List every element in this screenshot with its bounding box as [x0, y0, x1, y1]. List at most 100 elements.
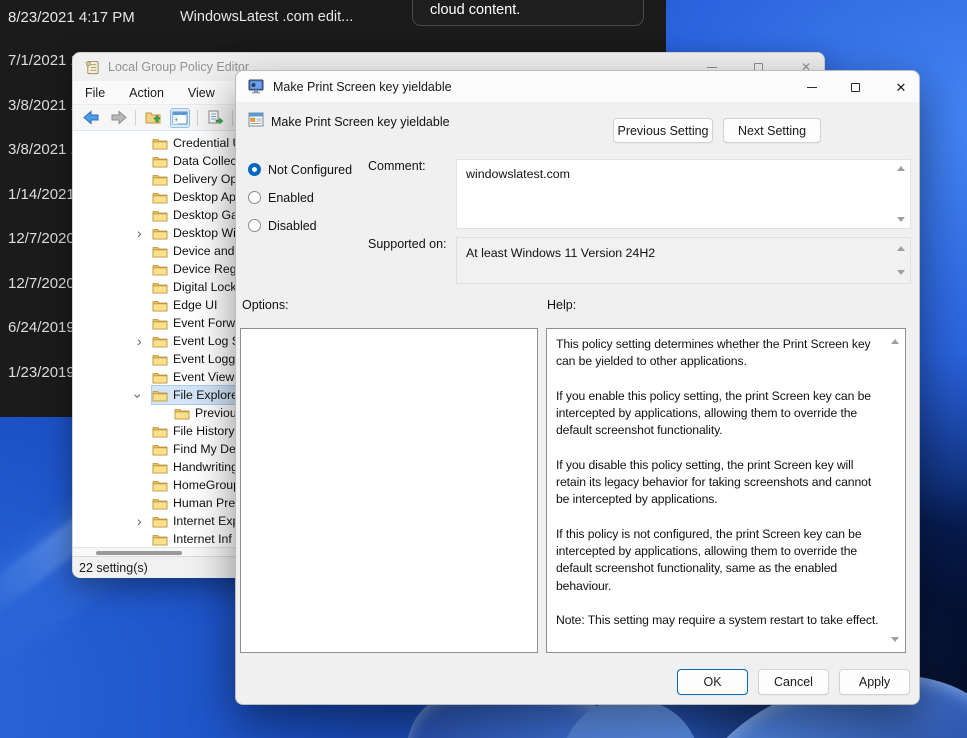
tree-item-label: Device Regi: [173, 262, 239, 276]
tree-item-label: File Explorer: [173, 388, 242, 402]
scroll-down-icon[interactable]: [897, 217, 905, 222]
folder-icon: [152, 227, 169, 240]
radio-label: Disabled: [268, 219, 317, 233]
radio-label: Enabled: [268, 191, 314, 205]
status-text: 22 setting(s): [79, 561, 148, 575]
folder-icon: [152, 299, 169, 312]
maximize-icon[interactable]: [835, 71, 875, 103]
comment-label: Comment:: [368, 159, 426, 173]
help-paragraph: If you disable this policy setting, the …: [556, 457, 883, 509]
scroll-up-icon[interactable]: [897, 166, 905, 171]
toolbar-separator: [135, 110, 136, 126]
tooltip: cloud content.: [412, 0, 644, 26]
tree-item-label: HomeGroup: [173, 478, 240, 492]
radio-icon: [248, 163, 261, 176]
comment-input[interactable]: windowslatest.com: [456, 159, 911, 229]
radio-option[interactable]: Disabled: [248, 218, 352, 233]
supported-on-label: Supported on:: [368, 237, 447, 251]
tree-item-label: Desktop Wi: [173, 226, 236, 240]
scroll-up-icon[interactable]: [897, 246, 905, 251]
up-folder-icon[interactable]: [143, 108, 163, 128]
export-list-icon[interactable]: [205, 108, 225, 128]
forward-icon[interactable]: [108, 108, 128, 128]
previous-setting-button[interactable]: Previous Setting: [613, 118, 713, 143]
close-icon[interactable]: [881, 71, 921, 103]
radio-icon: [248, 191, 261, 204]
comment-value: windowslatest.com: [466, 167, 570, 181]
toolbar-separator: [232, 110, 233, 126]
policy-heading-row: Make Print Screen key yieldable: [248, 112, 450, 132]
tooltip-text: cloud content.: [430, 2, 520, 18]
tree-item-label: Credential U: [173, 136, 241, 150]
tree-item-label: Internet Inf: [173, 532, 232, 546]
tree-item-label: Event Viewe: [173, 370, 241, 384]
folder-icon: [152, 317, 169, 330]
supported-on-field: At least Windows 11 Version 24H2: [456, 237, 911, 284]
folder-icon: [152, 515, 169, 528]
file-name[interactable]: WindowsLatest .com edit...: [180, 9, 353, 25]
folder-icon: [152, 443, 169, 456]
scroll-down-icon[interactable]: [897, 270, 905, 275]
dialog-title-icon: [248, 79, 264, 94]
folder-icon: [152, 155, 169, 168]
tree-item-label: Digital Lock: [173, 280, 237, 294]
folder-icon: [152, 533, 169, 546]
dialog-title: Make Print Screen key yieldable: [273, 80, 452, 94]
folder-icon: [152, 389, 169, 402]
help-paragraph: If this policy is not configured, the pr…: [556, 526, 883, 595]
folder-icon: [152, 263, 169, 276]
expand-arrow-icon[interactable]: [137, 226, 152, 240]
folder-icon: [152, 497, 169, 510]
help-panel[interactable]: This policy setting determines whether t…: [546, 328, 906, 653]
folder-icon: [152, 461, 169, 474]
tree-item-label: Event Forwa: [173, 316, 242, 330]
help-paragraph: If you enable this policy setting, the p…: [556, 388, 883, 440]
menu-item[interactable]: File: [85, 86, 105, 100]
radio-option[interactable]: Not Configured: [248, 162, 352, 177]
supported-on-value: At least Windows 11 Version 24H2: [466, 246, 655, 260]
tree-item-label: Data Collec: [173, 154, 237, 168]
ok-button[interactable]: OK: [677, 669, 748, 695]
scroll-down-icon[interactable]: [891, 637, 899, 642]
apply-button[interactable]: Apply: [839, 669, 910, 695]
tree-item-label: Human Pre: [173, 496, 235, 510]
help-label: Help:: [547, 298, 576, 312]
tree-item-label: Internet Exp: [173, 514, 239, 528]
next-setting-button[interactable]: Next Setting: [723, 118, 821, 143]
expand-arrow-icon[interactable]: [137, 388, 152, 402]
policy-dialog: Make Print Screen key yieldable Make Pri…: [235, 70, 920, 705]
menu-item[interactable]: Action: [129, 86, 164, 100]
policy-setting-icon: [248, 112, 264, 132]
scrollbar-thumb[interactable]: [96, 551, 182, 555]
file-modified-date[interactable]: 8/23/2021 4:17 PM: [8, 9, 135, 26]
folder-icon: [152, 191, 169, 204]
gpe-app-icon: [85, 60, 100, 75]
options-panel: [240, 328, 538, 653]
tree-item-label: Desktop Ga: [173, 208, 238, 222]
folder-icon: [152, 137, 169, 150]
radio-icon: [248, 219, 261, 232]
folder-icon: [152, 479, 169, 492]
expand-arrow-icon[interactable]: [137, 334, 152, 348]
back-icon[interactable]: [81, 108, 101, 128]
folder-icon: [152, 353, 169, 366]
console-tree-icon[interactable]: [170, 108, 190, 128]
scroll-up-icon[interactable]: [891, 339, 899, 344]
radio-option[interactable]: Enabled: [248, 190, 352, 205]
folder-icon: [152, 209, 169, 222]
folder-icon: [152, 281, 169, 294]
folder-icon: [152, 173, 169, 186]
tree-item-label: Find My De: [173, 442, 236, 456]
tree-item-label: Delivery Op: [173, 172, 237, 186]
explorer-top-background: 8/23/2021 4:17 PM WindowsLatest .com edi…: [0, 0, 666, 52]
menu-item[interactable]: View: [188, 86, 215, 100]
tree-item-label: Device and: [173, 244, 235, 258]
dialog-titlebar[interactable]: Make Print Screen key yieldable: [236, 71, 919, 103]
tree-item-label: Event Log S: [173, 334, 240, 348]
tree-item-label: Handwriting: [173, 460, 238, 474]
tree-item-label: Edge UI: [173, 298, 217, 312]
cancel-button[interactable]: Cancel: [758, 669, 829, 695]
folder-icon: [152, 371, 169, 384]
minimize-icon[interactable]: [792, 71, 832, 103]
expand-arrow-icon[interactable]: [137, 514, 152, 528]
